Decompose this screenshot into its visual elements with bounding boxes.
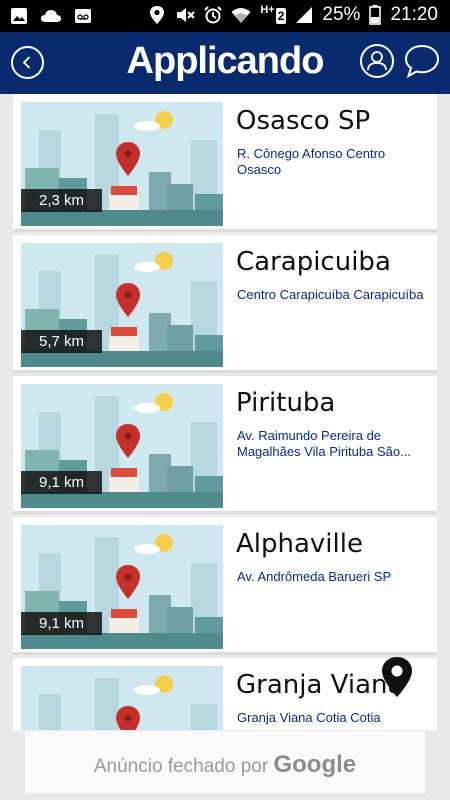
- network-type: H+: [260, 4, 275, 16]
- ad-closed-text: Anúncio fechado por Google: [25, 751, 425, 779]
- location-card[interactable]: Granja Viana Granja Viana Cotia Cotia: [13, 658, 437, 730]
- alarm-icon: [204, 6, 223, 24]
- city-name: Carapicuiba: [236, 247, 391, 277]
- google-logo: Google: [273, 751, 357, 778]
- cloud-icon: [41, 10, 61, 22]
- distance-badge: 5,7 km: [21, 330, 102, 353]
- distance-badge: 2,3 km: [21, 189, 102, 212]
- image-icon: [11, 8, 27, 24]
- location-card[interactable]: 9,1 km Alphaville Av. Andrômeda Barueri …: [13, 517, 437, 655]
- signal-icon: [296, 7, 313, 23]
- distance-badge: 9,1 km: [21, 471, 102, 494]
- battery-icon: [369, 5, 382, 25]
- address-text: R. Cônego Afonso Centro Osasco: [237, 146, 386, 177]
- voicemail-icon: [75, 9, 91, 23]
- city-illustration: [21, 666, 223, 730]
- chat-button[interactable]: [403, 42, 441, 80]
- location-card[interactable]: 2,3 km Osasco SP R. Cônego Afonso Centro…: [13, 94, 437, 232]
- address-text: Av. Andrômeda Barueri SP: [237, 569, 392, 584]
- profile-icon: [367, 51, 387, 71]
- profile-button[interactable]: [360, 44, 394, 78]
- status-bar: H+ 2 25% 21:20: [0, 0, 450, 32]
- location-icon: [150, 6, 165, 24]
- app-bar: Applicando: [0, 32, 450, 94]
- ad-label: Anúncio fechado por: [93, 756, 269, 777]
- location-thumbnail: [21, 666, 223, 730]
- sim-slot-badge: 2: [275, 8, 287, 24]
- location-list[interactable]: 2,3 km Osasco SP R. Cônego Afonso Centro…: [13, 94, 437, 730]
- location-card[interactable]: 9,1 km Pirituba Av. Raimundo Pereira de …: [13, 376, 437, 514]
- address-text: Av. Raimundo Pereira de Magalhães Vila P…: [237, 428, 411, 459]
- city-name: Pirituba: [236, 388, 336, 418]
- map-pin-icon[interactable]: [380, 656, 414, 698]
- ad-banner[interactable]: Anúncio fechado por Google: [25, 731, 425, 793]
- mute-icon: [177, 8, 196, 22]
- chat-icon: [404, 44, 440, 79]
- distance-badge: 9,1 km: [21, 612, 102, 635]
- address-text: Granja Viana Cotia Cotia: [237, 710, 381, 725]
- city-name: Alphaville: [236, 529, 363, 559]
- clock: 21:20: [390, 4, 438, 25]
- location-card[interactable]: 5,7 km Carapicuiba Centro Carapicuíba Ca…: [13, 235, 437, 373]
- address-text: Centro Carapicuíba Carapicuíba: [237, 287, 424, 302]
- wifi-icon: [231, 8, 251, 23]
- battery-percent: 25%: [322, 4, 361, 25]
- city-name: Osasco SP: [236, 106, 371, 136]
